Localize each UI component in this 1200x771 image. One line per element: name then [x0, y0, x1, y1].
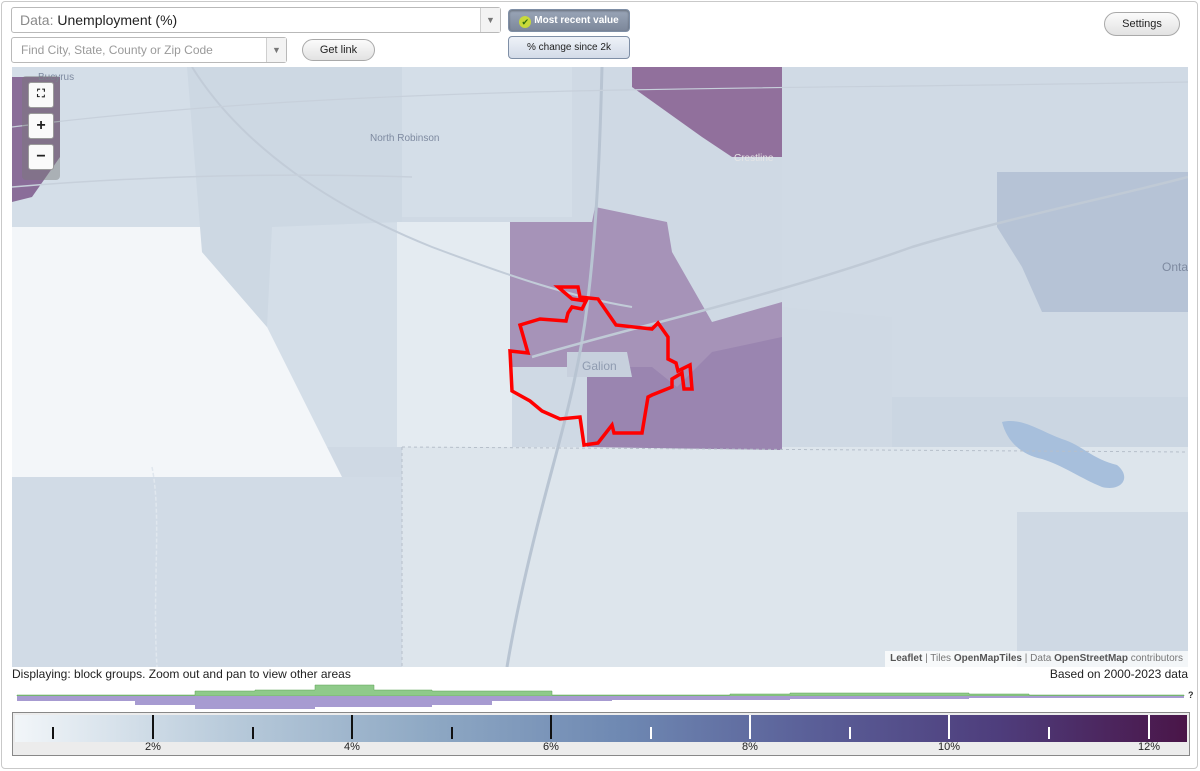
legend-gradient [15, 715, 1187, 742]
histogram-baseline [17, 696, 1184, 709]
legend-tick [252, 727, 254, 739]
get-link-button[interactable]: Get link [302, 39, 375, 61]
chevron-down-icon[interactable]: ▼ [480, 8, 500, 32]
search-placeholder: Find City, State, County or Zip Code [21, 43, 213, 57]
legend-tick [451, 727, 453, 739]
legend-tick [52, 727, 54, 739]
check-icon: ✔ [519, 16, 532, 28]
zoom-out-button[interactable]: − [28, 144, 54, 170]
distribution-histogram [16, 684, 1185, 709]
legend-label: 4% [344, 741, 360, 753]
region-southeast [1017, 512, 1188, 667]
legend-tick [1148, 715, 1150, 739]
openmaptiles-link[interactable]: OpenMapTiles [954, 653, 1022, 664]
place-label: Crestline [734, 153, 774, 164]
legend-tick [749, 715, 751, 739]
data-select-value: Unemployment (%) [57, 12, 178, 28]
legend-tick [351, 715, 353, 739]
color-legend: 2% 4% 6% 8% 10% 12% [12, 712, 1190, 756]
legend-label: 2% [145, 741, 161, 753]
attribution-text: contributors [1127, 653, 1183, 664]
place-label: North Robinson [370, 133, 440, 144]
attribution-text: | Data [1022, 653, 1055, 664]
legend-tick [849, 727, 851, 739]
fullscreen-icon[interactable]: ⛶ [28, 82, 54, 108]
most-recent-label: Most recent value [534, 15, 619, 26]
zoom-control: ⛶ + − [22, 76, 60, 180]
zoom-in-button[interactable]: + [28, 113, 54, 139]
legend-tick [550, 715, 552, 739]
legend-label: 12% [1137, 741, 1161, 753]
data-select-label: Data: [20, 12, 54, 28]
leaflet-link[interactable]: Leaflet [890, 653, 922, 664]
chevron-down-icon[interactable]: ▼ [266, 38, 286, 62]
attribution-text: | Tiles [922, 653, 954, 664]
legend-tick [948, 715, 950, 739]
help-icon[interactable]: ? [1188, 690, 1194, 700]
region-southwest [12, 477, 402, 667]
data-range-note: Based on 2000-2023 data [1049, 667, 1188, 681]
map-view[interactable]: Bucyrus North Robinson Crestline Galion … [12, 67, 1188, 667]
legend-label: 6% [543, 741, 559, 753]
place-label: Onta [1162, 260, 1188, 274]
histogram-recent [16, 684, 1185, 697]
map-attribution: Leaflet | Tiles OpenMapTiles | Data Open… [885, 651, 1188, 667]
location-search-input[interactable]: Find City, State, County or Zip Code ▼ [11, 37, 287, 63]
legend-label: 10% [937, 741, 961, 753]
settings-button[interactable]: Settings [1104, 12, 1180, 36]
legend-label: 8% [742, 741, 758, 753]
openstreetmap-link[interactable]: OpenStreetMap [1054, 653, 1128, 664]
data-select[interactable]: Data: Unemployment (%) ▼ [11, 7, 501, 33]
legend-tick [650, 727, 652, 739]
displaying-note: Displaying: block groups. Zoom out and p… [12, 667, 351, 681]
legend-tick [152, 715, 154, 739]
change-since-2k-toggle[interactable]: % change since 2k [508, 36, 630, 59]
place-label: Galion [582, 359, 617, 373]
legend-tick [1048, 727, 1050, 739]
most-recent-toggle[interactable]: ✔ Most recent value [508, 9, 630, 32]
